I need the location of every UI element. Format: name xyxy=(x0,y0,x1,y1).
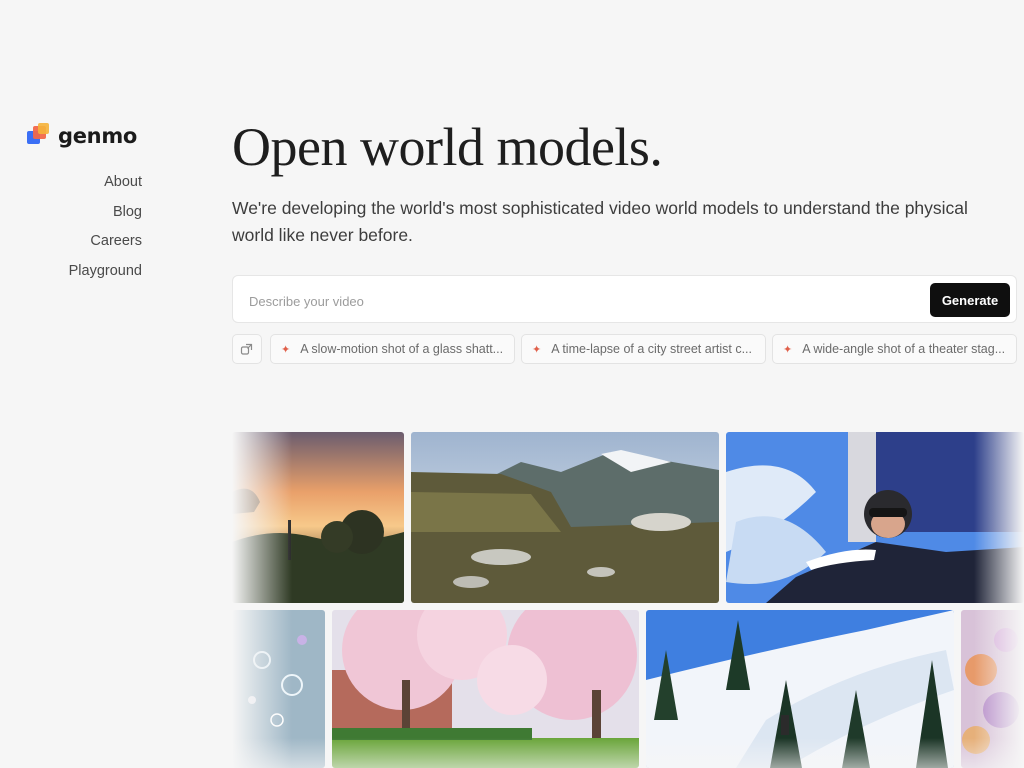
bubbles-image xyxy=(232,610,325,768)
nav-blog[interactable]: Blog xyxy=(0,202,142,232)
cherry-blossoms-image xyxy=(332,610,639,768)
nav-playground[interactable]: Playground xyxy=(0,261,142,291)
suggestion-chips: ✦ A slow-motion shot of a glass shatt...… xyxy=(232,334,1024,364)
brand-name: genmo xyxy=(58,124,138,148)
snowboarder-image xyxy=(646,610,954,768)
shuffle-button[interactable] xyxy=(232,334,262,364)
video-thumbnail-sunset-horse[interactable] xyxy=(232,432,404,603)
suggestion-chip-label: A slow-motion shot of a glass shatt... xyxy=(300,342,504,356)
suggestion-chip-label: A time-lapse of a city street artist c..… xyxy=(551,342,752,356)
sparkle-icon: ✦ xyxy=(281,343,291,356)
mountain-plateau-image xyxy=(411,432,719,603)
video-thumbnail-flowers[interactable] xyxy=(961,610,1024,768)
shuffle-icon xyxy=(240,343,253,355)
sidebar-nav: About Blog Careers Playground xyxy=(0,172,142,290)
suggestion-chip-2[interactable]: ✦ A time-lapse of a city street artist c… xyxy=(521,334,766,364)
suggestion-chip-1[interactable]: ✦ A slow-motion shot of a glass shatt... xyxy=(270,334,515,364)
sunset-horse-image xyxy=(232,432,404,603)
prompt-box: Generate xyxy=(232,275,1017,323)
video-thumbnail-skydiver[interactable] xyxy=(726,432,1024,603)
hero-title: Open world models. xyxy=(232,117,663,177)
nav-careers[interactable]: Careers xyxy=(0,231,142,261)
prompt-input[interactable] xyxy=(247,288,911,314)
video-thumbnail-bubbles[interactable] xyxy=(232,610,325,768)
flowers-image xyxy=(961,610,1024,768)
nav-about[interactable]: About xyxy=(0,172,142,202)
video-thumbnail-snowboarder[interactable] xyxy=(646,610,954,768)
hero-subtitle: We're developing the world's most sophis… xyxy=(232,198,968,245)
video-thumbnail-cherry-blossoms[interactable] xyxy=(332,610,639,768)
suggestion-chip-label: A wide-angle shot of a theater stag... xyxy=(802,342,1006,356)
sparkle-icon: ✦ xyxy=(532,343,542,356)
sparkle-icon: ✦ xyxy=(783,343,793,356)
suggestion-chip-3[interactable]: ✦ A wide-angle shot of a theater stag... xyxy=(772,334,1017,364)
genmo-logo-mark xyxy=(26,123,52,149)
video-gallery xyxy=(232,432,1024,768)
generate-button[interactable]: Generate xyxy=(930,283,1010,317)
video-thumbnail-mountain-plateau[interactable] xyxy=(411,432,719,603)
skydiver-image xyxy=(726,432,1024,603)
genmo-logo[interactable]: genmo xyxy=(26,123,137,149)
